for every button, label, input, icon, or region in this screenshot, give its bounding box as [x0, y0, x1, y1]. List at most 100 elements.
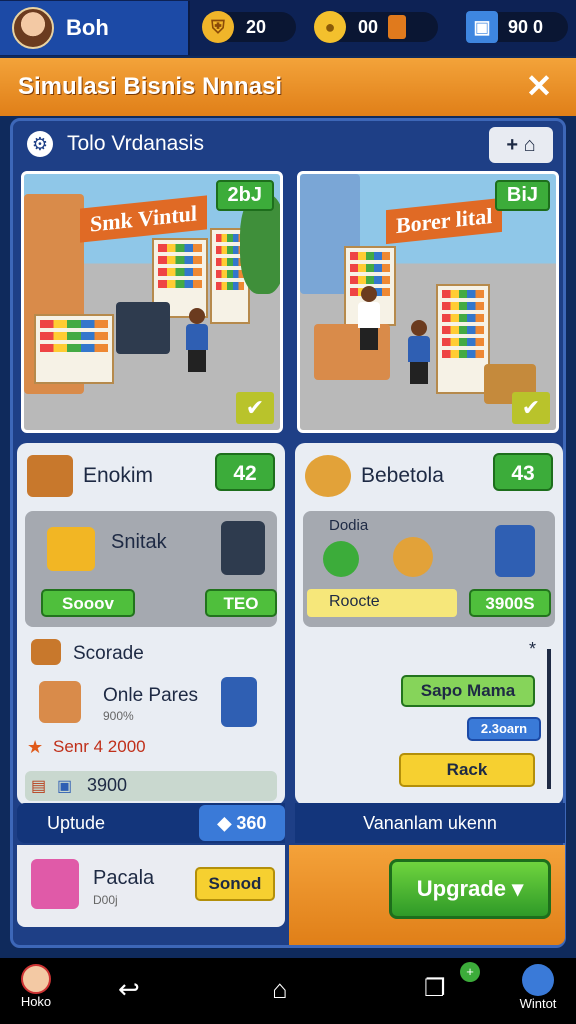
globe-icon [522, 964, 554, 996]
price-line: Senr 4 2000 [53, 737, 146, 756]
checkout-counter [116, 302, 170, 354]
item-sub: 900% [103, 709, 134, 723]
store-scene-right[interactable]: Borer lital BiJ ✔ [297, 171, 559, 433]
resource-value: 90 0 [508, 16, 544, 37]
gem-box-icon: ▣ [466, 11, 498, 43]
upgrade-value[interactable]: ◆ 360 [199, 805, 285, 841]
resource-shield[interactable]: ⛨ 20 [202, 11, 296, 43]
top-bar: Boh ⛨ 20 ● 00 ▣ 90 0 [0, 0, 576, 56]
system-nav-bar: Hoko ↩ ⌂ ❐ + Wintot [0, 958, 576, 1024]
highlight-field[interactable]: Roocte [307, 589, 457, 617]
store-price-badge: BiJ [494, 180, 550, 211]
pack-name: Pacala [93, 867, 155, 889]
resource-value: 00 [358, 16, 379, 37]
product-shelf [436, 284, 490, 394]
upgrade-section-title: Scorade [73, 643, 144, 664]
subpanel-right-button[interactable]: 3900S [469, 589, 551, 617]
shield-coin-icon: ⛨ [202, 11, 234, 43]
subpanel-left-button[interactable]: Sooov [41, 589, 135, 617]
notification-badge-icon[interactable]: + [460, 962, 480, 982]
gem-icon: ◆ [217, 813, 237, 833]
sound-button[interactable]: Sonod [195, 867, 275, 901]
title-banner: Simulasi Bisnis Nnnasi ✕ [0, 58, 576, 116]
profile-panel[interactable]: Boh [0, 1, 190, 55]
pack-sub: D00j [93, 893, 118, 907]
resource-gold[interactable]: ● 00 [314, 11, 438, 43]
card-title: Enokim [83, 464, 154, 487]
card-subpanel: Snitak Sooov TEO [25, 511, 277, 627]
add-store-button[interactable]: + ⌂ [489, 127, 553, 163]
card-header: Bebetola [305, 455, 444, 497]
avatar [21, 964, 51, 994]
section-title: Tolo Vrdanasis [67, 132, 204, 155]
pack-row: Pacala D00j Sonod [17, 845, 285, 927]
upgrade-label: Uptude [47, 813, 106, 833]
store-scene-left[interactable]: Smk Vintul 2bJ ✔ [21, 171, 283, 433]
shopper [408, 320, 430, 384]
box-icon [31, 639, 61, 665]
recents-icon[interactable]: ❐ [424, 974, 446, 1003]
badge-icon [305, 455, 351, 497]
item-name: Onle Pares [103, 685, 199, 706]
star-icon: ★ [27, 737, 44, 757]
close-icon[interactable]: * [529, 639, 536, 660]
gold-coin-icon: ● [314, 11, 346, 43]
profile-button[interactable]: Wintot [508, 964, 568, 1011]
store-card-right: Bebetola 43 Dodia Roocte 3900S * Sapo Ma… [295, 443, 563, 805]
monitor-icon [221, 521, 265, 575]
store-sign: Smk Vintul [80, 195, 207, 243]
total-row: ▤ ▣ 3900 [25, 771, 277, 801]
highlight-label: Roocte [329, 593, 380, 610]
upgrade-area: Upgrade ▾ [289, 845, 565, 945]
info-bar: Vananlam ukenn [295, 803, 565, 843]
scrollbar[interactable] [547, 649, 551, 789]
store-price-badge: 2bJ [215, 180, 274, 211]
profile-name: Boh [66, 15, 109, 40]
nav-label: Wintot [519, 996, 557, 1011]
crate-icon [27, 455, 73, 497]
cube-icon [31, 859, 79, 909]
shopper [186, 308, 208, 372]
nav-label: Hoko [20, 994, 52, 1009]
product-shelf [34, 314, 114, 384]
upgrade-button[interactable]: Upgrade ▾ [389, 859, 551, 919]
green-action-button[interactable]: Sapo Mama [401, 675, 535, 707]
box-icon: ▤ [31, 778, 47, 795]
shopkeeper [358, 286, 380, 350]
add-gold-icon[interactable] [388, 15, 407, 39]
store-card-left: Enokim 42 Snitak Sooov TEO Scorade Onle … [17, 443, 285, 805]
total-value: 3900 [87, 775, 128, 795]
clover-icon [323, 541, 359, 577]
blue-action-button[interactable]: 2.3oarn [467, 717, 541, 741]
machine-icon [221, 677, 257, 727]
card-header: Enokim [27, 455, 153, 497]
yellow-action-button[interactable]: Rack [399, 753, 535, 787]
main-panel: ⚙ Tolo Vrdanasis + ⌂ Smk Vintul 2bJ ✔ Bo… [10, 118, 566, 948]
check-icon[interactable]: ✔ [512, 392, 550, 424]
package-icon [39, 681, 81, 723]
resource-gem[interactable]: ▣ 90 0 [466, 11, 568, 43]
resource-value: 20 [246, 16, 267, 37]
back-icon[interactable]: ↩ [118, 974, 140, 1005]
card-subpanel: Dodia Roocte 3900S [303, 511, 555, 627]
home-icon[interactable]: ⌂ [272, 974, 288, 1005]
section-header: ⚙ Tolo Vrdanasis [27, 131, 204, 157]
upgrade-bar[interactable]: Uptude ◆ 360 [17, 803, 285, 843]
subpanel-title: Dodia [329, 517, 369, 534]
check-icon[interactable]: ✔ [236, 392, 274, 424]
card-title: Bebetola [361, 464, 444, 487]
close-button[interactable]: ✕ [522, 70, 556, 104]
home-avatar-button[interactable]: Hoko [14, 964, 58, 1009]
page-title: Simulasi Bisnis Nnnasi [18, 73, 283, 100]
subpanel-title: Snitak [111, 531, 167, 553]
avatar[interactable] [12, 7, 54, 49]
subpanel-right-button[interactable]: TEO [205, 589, 277, 617]
upgrade-value-text: 360 [236, 813, 267, 833]
gear-icon[interactable]: ⚙ [27, 131, 53, 157]
chevron-down-icon: ▾ [512, 876, 524, 901]
upgrade-button-label: Upgrade [416, 876, 507, 901]
vending-icon [495, 525, 535, 577]
store-sign: Borer lital [386, 197, 503, 245]
hand-gem-icon [393, 537, 433, 577]
level-badge: 42 [215, 453, 275, 491]
